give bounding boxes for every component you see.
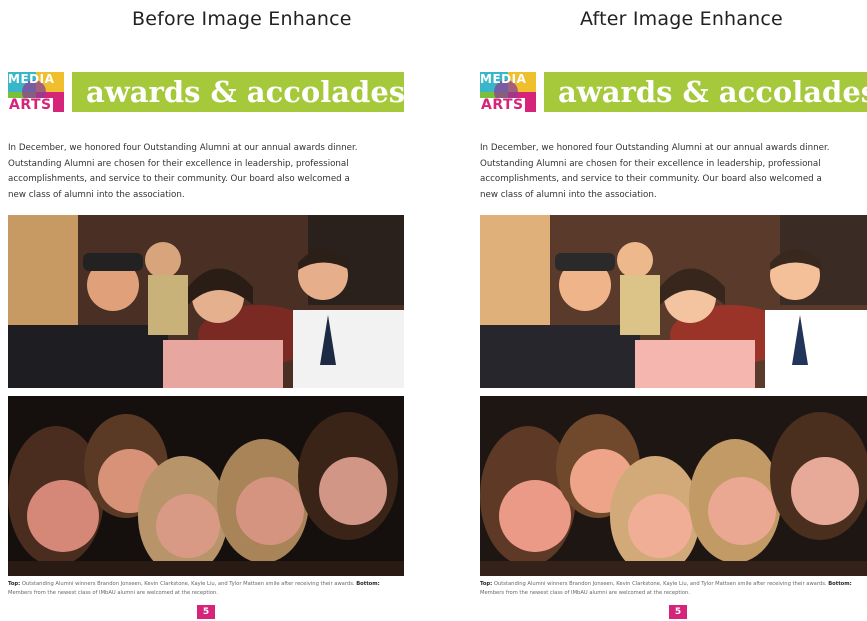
logo-top-text: MEDIA (480, 72, 527, 86)
caption-top-label: Top: (480, 581, 493, 587)
page-number: 5 (669, 605, 687, 619)
logo-top-text: MEDIA (8, 72, 55, 86)
caption-bottom-text: Members from the newest class of IMbAU a… (480, 590, 690, 596)
before-page: MEDIA ARTS awards & accolades In Decembe… (8, 72, 404, 620)
caption-top-text: Outstanding Alumni winners Brandon Jonse… (20, 581, 355, 587)
caption-bottom-label: Bottom: (828, 581, 852, 587)
after-page: MEDIA ARTS awards & accolades In Decembe… (480, 72, 867, 620)
bottom-photo (8, 396, 404, 576)
intro-line: Outstanding Alumni are chosen for their … (480, 158, 821, 169)
top-photo (8, 215, 404, 388)
intro-line: accomplishments, and service to their co… (480, 174, 822, 184)
intro-paragraph: In December, we honored four Outstanding… (480, 141, 867, 203)
after-heading: After Image Enhance (580, 8, 783, 30)
logo-bottom-text: ARTS (480, 97, 525, 113)
intro-line: In December, we honored four Outstanding… (8, 143, 358, 153)
page-number: 5 (197, 605, 215, 619)
intro-line: new class of alumni into the association… (8, 189, 185, 200)
media-arts-logo: MEDIA ARTS (480, 72, 536, 112)
banner: MEDIA ARTS awards & accolades (8, 72, 404, 112)
banner-title: awards & accolades (558, 75, 867, 109)
logo-bottom-text: ARTS (8, 97, 53, 113)
photo-caption: Top: Outstanding Alumni winners Brandon … (8, 580, 404, 598)
banner-bar: awards & accolades (72, 72, 404, 112)
intro-line: Outstanding Alumni are chosen for their … (8, 158, 349, 169)
caption-bottom-text: Members from the newest class of IMbAU a… (8, 590, 218, 596)
intro-line: new class of alumni into the association… (480, 189, 657, 200)
intro-line: In December, we honored four Outstanding… (480, 143, 830, 153)
before-heading: Before Image Enhance (132, 8, 352, 30)
caption-top-text: Outstanding Alumni winners Brandon Jonse… (492, 581, 827, 587)
top-photo-enhanced (480, 215, 867, 388)
caption-bottom-label: Bottom: (356, 581, 380, 587)
caption-top-label: Top: (8, 581, 21, 587)
banner-title: awards & accolades (86, 75, 404, 109)
banner: MEDIA ARTS awards & accolades (480, 72, 867, 112)
intro-paragraph: In December, we honored four Outstanding… (8, 141, 404, 203)
media-arts-logo: MEDIA ARTS (8, 72, 64, 112)
photo-caption: Top: Outstanding Alumni winners Brandon … (480, 580, 867, 598)
bottom-photo-enhanced (480, 396, 867, 576)
banner-bar: awards & accolades (544, 72, 867, 112)
intro-line: accomplishments, and service to their co… (8, 174, 350, 184)
